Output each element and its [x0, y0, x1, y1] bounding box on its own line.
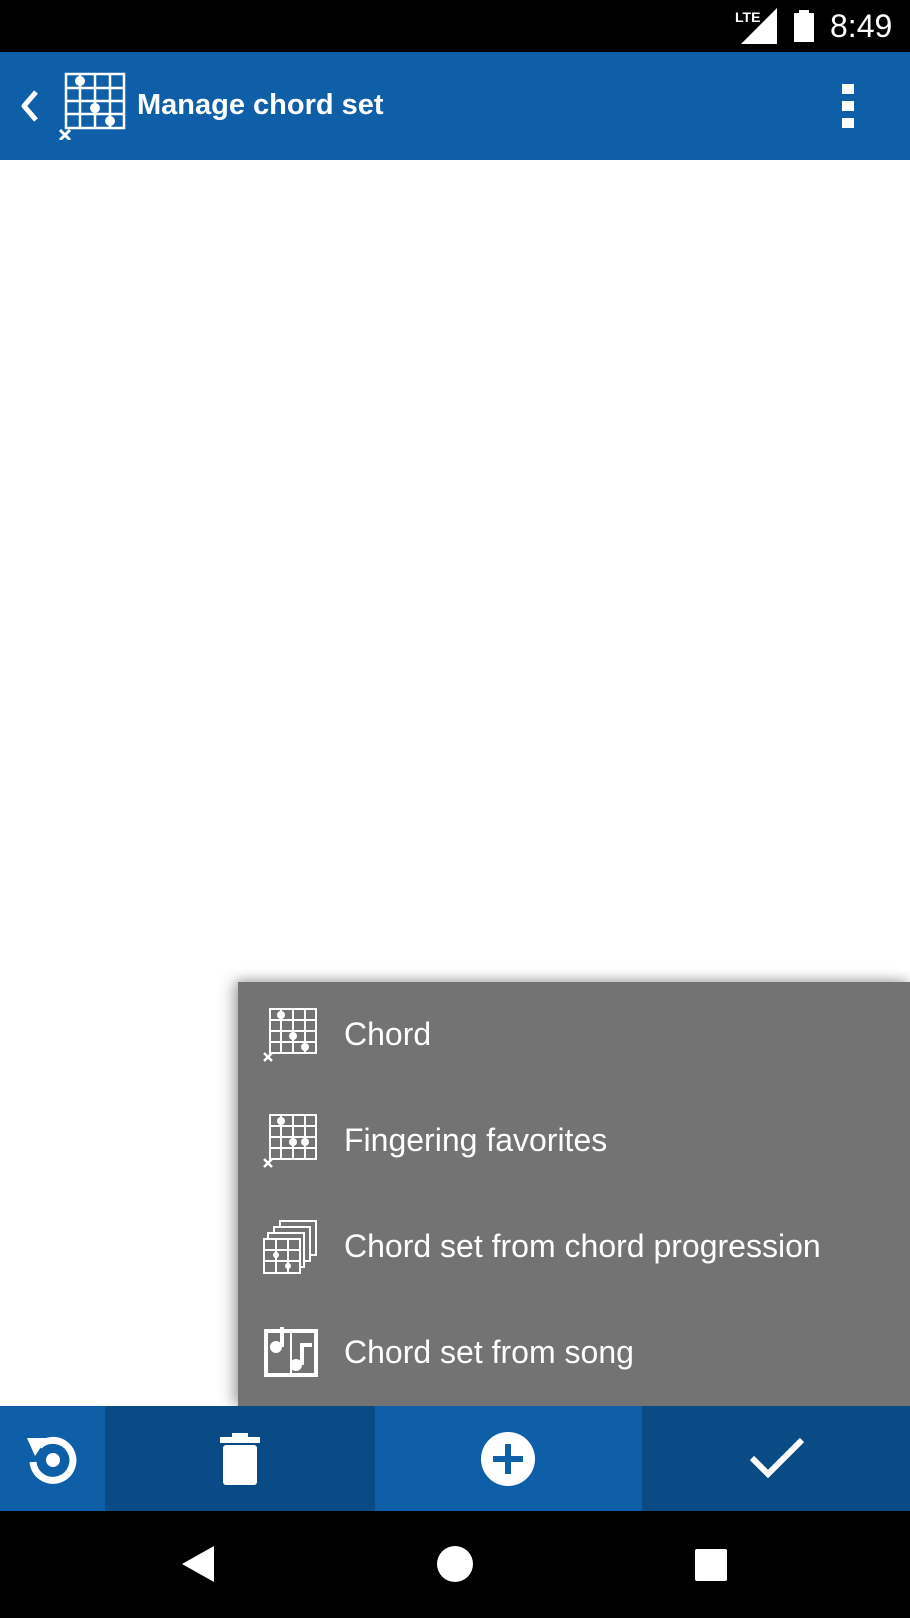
trash-icon — [220, 1433, 260, 1485]
page-title: Manage chord set — [137, 89, 384, 121]
system-nav-bar — [0, 1511, 910, 1618]
battery-icon — [794, 10, 814, 42]
app-bar: Manage chord set — [0, 52, 910, 160]
bottom-toolbar — [0, 1406, 910, 1511]
chord-progression-icon — [263, 1220, 317, 1274]
overflow-menu-icon[interactable] — [838, 82, 858, 130]
nav-home-icon[interactable] — [436, 1545, 474, 1583]
delete-button[interactable] — [105, 1406, 375, 1511]
confirm-button[interactable] — [642, 1406, 910, 1511]
chord-icon — [58, 72, 126, 140]
nav-back-icon[interactable] — [180, 1544, 216, 1584]
menu-item-label: Chord set from song — [344, 1334, 634, 1370]
add-icon — [481, 1432, 535, 1486]
menu-item-label: Chord — [344, 1016, 432, 1052]
back-icon[interactable] — [18, 88, 42, 124]
reset-button[interactable] — [0, 1406, 105, 1511]
nav-recents-icon[interactable] — [694, 1548, 728, 1582]
fingering-favorites-icon — [263, 1114, 317, 1168]
menu-item-chord-progression[interactable]: Chord set from chord progression — [238, 1194, 910, 1300]
status-bar: LTE 8:49 — [0, 0, 910, 52]
reset-icon — [27, 1436, 77, 1484]
menu-item-song[interactable]: Chord set from song — [238, 1300, 910, 1406]
lte-signal-icon: LTE — [735, 8, 777, 44]
add-button[interactable] — [375, 1406, 642, 1511]
menu-item-chord[interactable]: Chord — [238, 982, 910, 1088]
song-icon — [264, 1327, 318, 1377]
status-time: 8:49 — [830, 8, 893, 44]
menu-item-fingering-favorites[interactable]: Fingering favorites — [238, 1088, 910, 1194]
menu-item-label: Fingering favorites — [344, 1122, 608, 1158]
check-icon — [749, 1437, 805, 1479]
add-menu: Chord Fingering favorites Chord set from… — [238, 982, 910, 1406]
chord-icon — [263, 1008, 317, 1062]
svg-text:LTE: LTE — [735, 9, 760, 25]
menu-item-label: Chord set from chord progression — [344, 1228, 821, 1264]
